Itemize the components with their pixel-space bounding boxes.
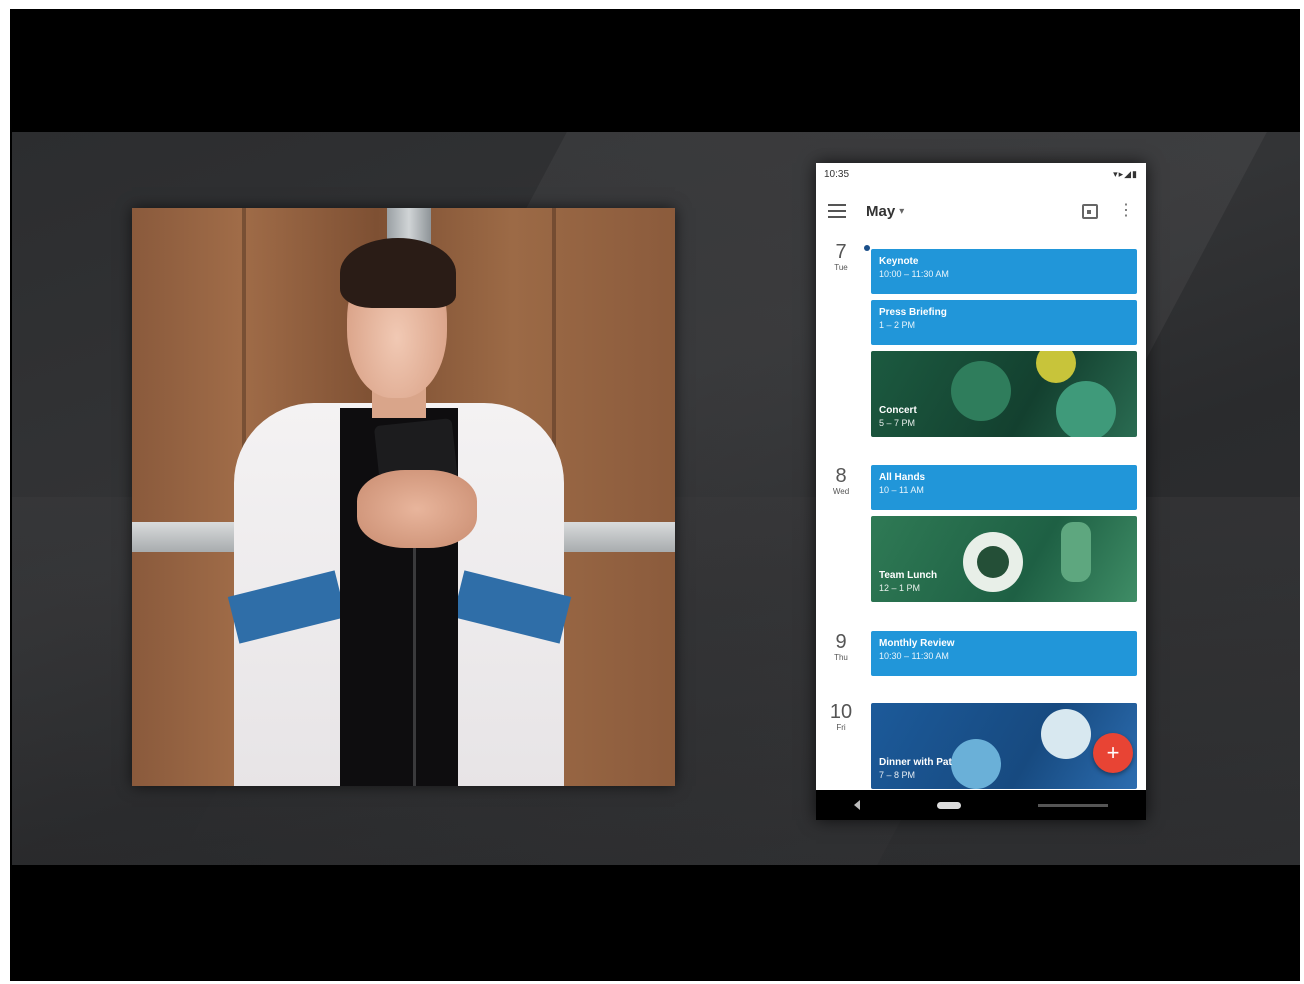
calendar-today-icon[interactable] [1082, 203, 1098, 219]
presenter-hair [340, 238, 456, 308]
add-event-button[interactable]: + [1093, 733, 1133, 773]
event-card[interactable]: Press Briefing 1 – 2 PM [871, 300, 1137, 345]
day-of-week: Wed [832, 487, 850, 496]
video-frame: 10:35 ▾▸◢▮ May ▾ ⋮ 7 Tue 8 Wed 9 Thu 10 … [10, 9, 1300, 981]
day-of-week: Tue [834, 263, 848, 272]
stage-background: 10:35 ▾▸◢▮ May ▾ ⋮ 7 Tue 8 Wed 9 Thu 10 … [12, 132, 1300, 865]
event-time: 10:30 – 11:30 AM [879, 651, 949, 661]
navigation-bar [816, 790, 1146, 820]
event-title: Concert [879, 405, 917, 416]
day-label: 10 Fri [826, 701, 856, 733]
event-time: 5 – 7 PM [879, 418, 916, 428]
event-label: Dinner with Pat 7 – 8 PM [879, 757, 952, 781]
presenter-camera-shot [132, 208, 675, 786]
record-illustration [1056, 381, 1116, 437]
app-bar: May ▾ ⋮ [816, 191, 1146, 231]
event-time: 10 – 11 AM [879, 485, 924, 495]
menu-icon[interactable] [828, 204, 846, 218]
status-icons: ▾▸◢▮ [1113, 168, 1138, 179]
day-of-week: Thu [834, 653, 848, 662]
more-vert-icon[interactable]: ⋮ [1118, 203, 1134, 219]
day-number: 7 [835, 241, 847, 263]
day-label: 8 Wed [826, 465, 856, 497]
presenter-hands [357, 470, 477, 548]
day-of-week: Fri [836, 723, 846, 732]
day-label: 9 Thu [826, 631, 856, 663]
event-time: 7 – 8 PM [879, 770, 916, 780]
plate-illustration [977, 546, 1009, 578]
home-icon[interactable] [936, 801, 961, 809]
event-card[interactable]: All Hands 10 – 11 AM [871, 465, 1137, 510]
chevron-down-icon[interactable]: ▾ [899, 206, 904, 217]
event-title: All Hands [879, 472, 926, 483]
event-label: Team Lunch 12 – 1 PM [879, 570, 937, 594]
event-title: Keynote [879, 256, 919, 267]
month-selector[interactable]: May [866, 203, 895, 220]
event-card[interactable]: Team Lunch 12 – 1 PM [871, 516, 1137, 602]
day-number: 10 [829, 701, 853, 723]
event-time: 10:00 – 11:30 AM [879, 269, 949, 279]
day-label: 7 Tue [826, 241, 856, 273]
status-bar: 10:35 ▾▸◢▮ [816, 163, 1146, 185]
plate-illustration [1041, 709, 1091, 759]
status-time: 10:35 [824, 168, 850, 180]
event-time: 12 – 1 PM [879, 583, 921, 593]
event-title: Press Briefing [879, 307, 947, 318]
event-title: Monthly Review [879, 638, 955, 649]
current-time-dot [864, 245, 870, 251]
event-time: 1 – 2 PM [879, 320, 916, 330]
plate-illustration [951, 739, 1001, 789]
lemon-illustration [1036, 351, 1076, 383]
back-icon[interactable] [854, 800, 861, 810]
phone-screen: 10:35 ▾▸◢▮ May ▾ ⋮ 7 Tue 8 Wed 9 Thu 10 … [816, 163, 1146, 820]
bottle-illustration [1061, 522, 1091, 582]
recents-indicator[interactable] [1037, 803, 1108, 807]
day-number: 9 [835, 631, 847, 653]
event-card[interactable]: Concert 5 – 7 PM [871, 351, 1137, 437]
event-title: Team Lunch [879, 570, 938, 581]
event-card[interactable]: Monthly Review 10:30 – 11:30 AM [871, 631, 1137, 676]
event-card[interactable]: Keynote 10:00 – 11:30 AM [871, 249, 1137, 294]
guitar-illustration [951, 361, 1011, 421]
day-number: 8 [835, 465, 847, 487]
event-title: Dinner with Pat [879, 757, 952, 768]
event-label: Concert 5 – 7 PM [879, 405, 917, 429]
